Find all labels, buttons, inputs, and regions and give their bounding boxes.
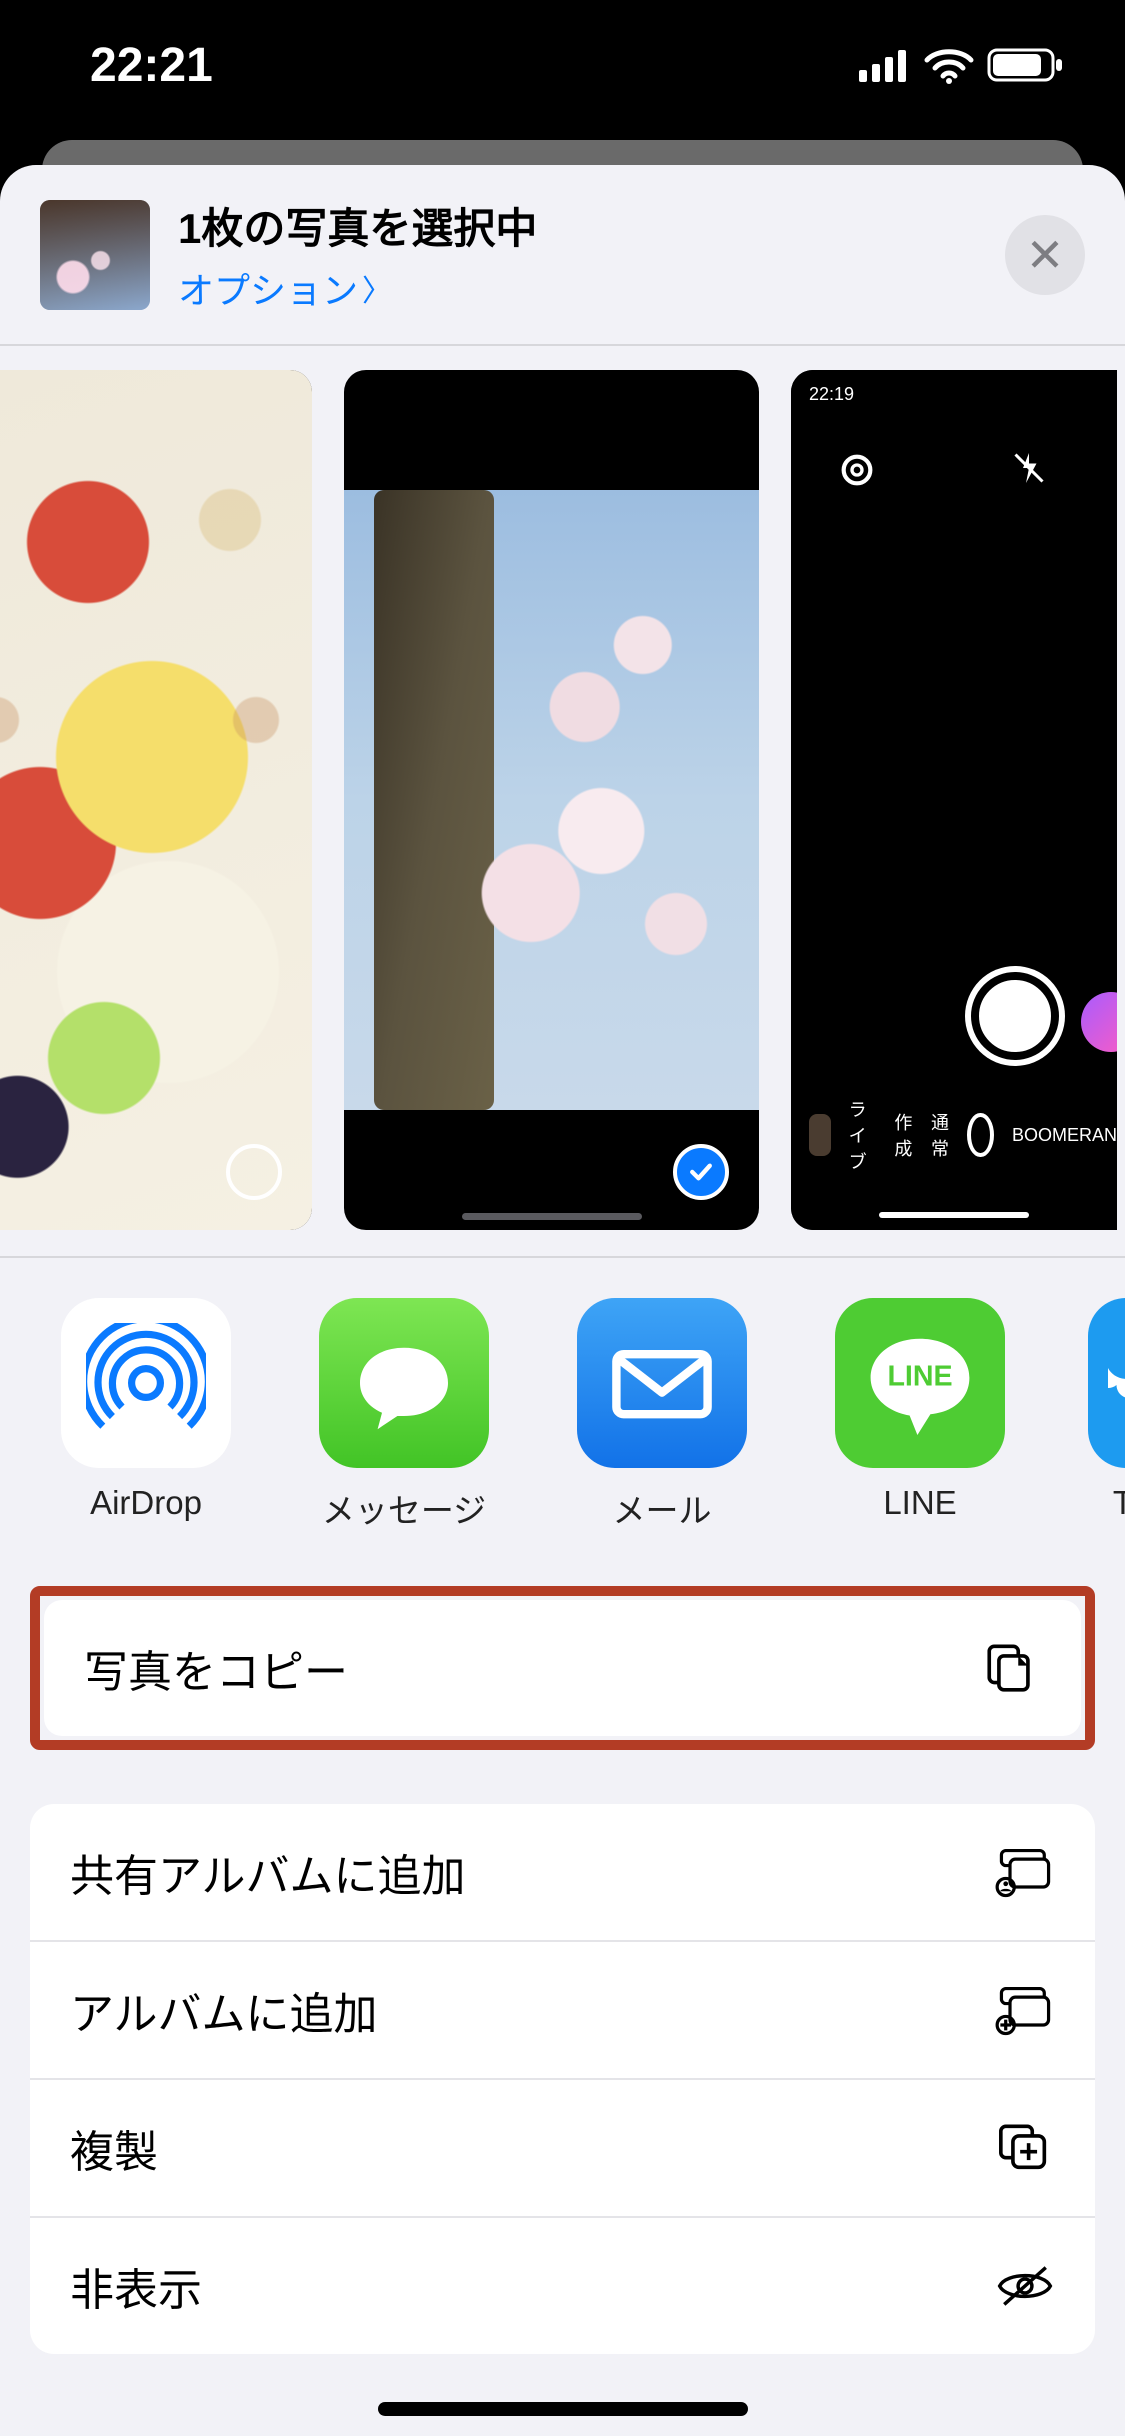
header-thumbnail [40,200,150,310]
action-label: 共有アルバムに追加 [70,1840,466,1904]
shutter-button-icon [971,972,1059,1060]
wifi-icon [923,46,975,84]
mail-icon [577,1298,747,1468]
action-label: 非表示 [70,2254,202,2318]
options-button[interactable]: オプション 〉 [178,262,1005,314]
screen: 22:21 1枚の写真を選択中 オプション 〉 ✕ [0,0,1125,2436]
photo-thumbnail[interactable] [344,370,759,1230]
options-label: オプション [178,262,358,314]
action-label: 写真をコピー [84,1636,348,1700]
check-icon [686,1157,716,1187]
action-add-shared-album[interactable]: 共有アルバムに追加 [30,1804,1095,1940]
flash-off-icon [1011,450,1047,486]
twitter-icon [1088,1298,1125,1468]
action-duplicate[interactable]: 複製 [30,2078,1095,2216]
action-label: アルバムに追加 [70,1978,378,2042]
status-time: 22:21 [90,38,213,93]
photo-thumbnail[interactable] [0,370,312,1230]
actions-section: 写真をコピー 共有アルバムに追加 アルバムに追加 [0,1586,1125,2354]
app-mail[interactable]: メール [572,1298,752,1532]
mode-ring-icon [967,1113,994,1157]
app-label: AirDrop [90,1484,202,1522]
photo-thumbnail[interactable]: 22:19 ライブ 作成 通常 BOOMERAN [791,370,1117,1230]
app-label: メール [613,1484,712,1532]
action-group: 写真をコピー [44,1600,1081,1736]
home-indicator-icon [879,1212,1029,1218]
sakura-photo [344,490,759,1110]
messages-icon [319,1298,489,1468]
shared-album-icon [995,1842,1055,1902]
highlight-annotation: 写真をコピー [30,1586,1095,1750]
selection-title: 1枚の写真を選択中 [178,195,1005,256]
status-icons [859,46,1065,84]
camera-ui-screenshot: 22:19 ライブ 作成 通常 BOOMERAN [791,370,1117,1230]
selection-circle[interactable] [226,1144,282,1200]
app-twitter[interactable]: T [1088,1298,1125,1532]
close-icon: ✕ [1026,228,1065,282]
copy-icon [981,1638,1041,1698]
avatar-icon [1081,992,1117,1052]
action-group: 共有アルバムに追加 アルバムに追加 複製 [30,1804,1095,2354]
app-airdrop[interactable]: AirDrop [56,1298,236,1532]
app-line[interactable]: LINE LINE [830,1298,1010,1532]
camera-modes: ライブ 作成 通常 BOOMERAN [791,1096,1117,1174]
action-hide[interactable]: 非表示 [30,2216,1095,2354]
app-messages[interactable]: メッセージ [314,1298,494,1532]
add-album-icon [995,1980,1055,2040]
app-label: T [1113,1484,1125,1522]
overlay-time: 22:19 [809,384,854,405]
photo-strip[interactable]: 22:19 ライブ 作成 通常 BOOMERAN [0,346,1125,1256]
svg-text:LINE: LINE [887,1361,952,1393]
share-header: 1枚の写真を選択中 オプション 〉 ✕ [0,165,1125,344]
hide-icon [995,2256,1055,2316]
gallery-thumb-icon [809,1114,831,1156]
share-sheet: 1枚の写真を選択中 オプション 〉 ✕ [0,165,1125,2436]
close-button[interactable]: ✕ [1005,215,1085,295]
app-label: メッセージ [322,1484,486,1532]
gear-icon [837,450,877,490]
battery-icon [987,46,1065,84]
status-bar: 22:21 [0,0,1125,130]
cellular-icon [859,48,911,82]
airdrop-icon [61,1298,231,1468]
chevron-right-icon: 〉 [362,266,392,310]
duplicate-icon [995,2118,1055,2178]
action-copy-photo[interactable]: 写真をコピー [44,1600,1081,1736]
app-label: LINE [883,1484,956,1522]
home-indicator [378,2402,748,2416]
action-label: 複製 [70,2116,158,2180]
action-add-album[interactable]: アルバムに追加 [30,1940,1095,2078]
selection-circle-checked[interactable] [673,1144,729,1200]
header-text: 1枚の写真を選択中 オプション 〉 [178,195,1005,314]
line-icon: LINE [835,1298,1005,1468]
share-apps-row[interactable]: AirDrop メッセージ メール LINE LINE [0,1258,1125,1562]
